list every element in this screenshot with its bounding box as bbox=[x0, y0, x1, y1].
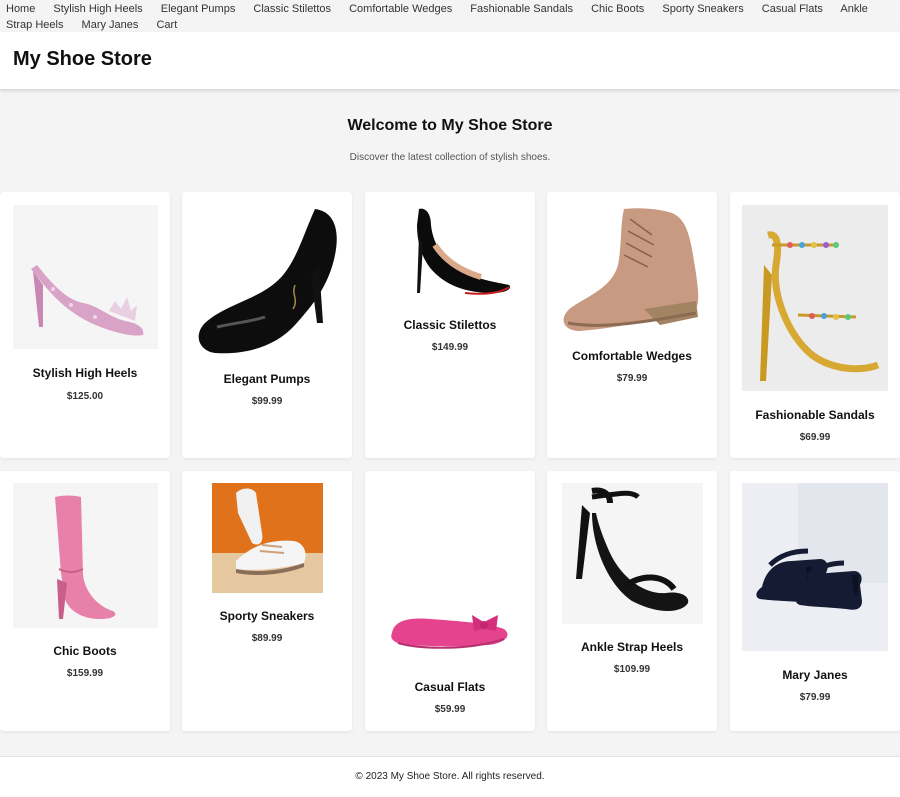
black-pump-icon bbox=[195, 205, 340, 357]
site-header: My Shoe Store bbox=[0, 32, 900, 89]
nav-link-mary-janes[interactable]: Mary Janes bbox=[82, 19, 139, 31]
product-name[interactable]: Chic Boots bbox=[0, 644, 170, 658]
site-footer: © 2023 My Shoe Store. All rights reserve… bbox=[0, 756, 900, 797]
site-title: My Shoe Store bbox=[13, 48, 152, 70]
product-name[interactable]: Mary Janes bbox=[730, 668, 900, 682]
nav-link-cart[interactable]: Cart bbox=[156, 19, 177, 31]
product-name[interactable]: Casual Flats bbox=[365, 680, 535, 694]
product-card-stylish-high-heels[interactable]: Stylish High Heels $125.00 bbox=[0, 192, 170, 458]
product-price: $125.00 bbox=[66, 391, 104, 402]
nav-link-casual-flats[interactable]: Casual Flats bbox=[762, 3, 823, 15]
product-card-elegant-pumps[interactable]: Elegant Pumps $99.99 bbox=[182, 192, 352, 458]
product-name[interactable]: Ankle Strap Heels bbox=[547, 640, 717, 654]
product-card-mary-janes[interactable]: Mary Janes $79.99 bbox=[730, 471, 900, 731]
glitter-heel-icon bbox=[13, 205, 158, 349]
sneaker-icon bbox=[212, 483, 323, 593]
pink-boot-icon bbox=[13, 483, 158, 628]
strap-heel-icon bbox=[562, 483, 703, 624]
product-price: $79.99 bbox=[799, 692, 831, 703]
product-name[interactable]: Classic Stilettos bbox=[365, 318, 535, 332]
product-price: $149.99 bbox=[431, 342, 469, 353]
product-price: $59.99 bbox=[434, 704, 466, 715]
product-card-sporty-sneakers[interactable]: Sporty Sneakers $89.99 bbox=[182, 471, 352, 731]
nav-link-stylish-high-heels[interactable]: Stylish High Heels bbox=[53, 3, 142, 15]
product-name[interactable]: Stylish High Heels bbox=[0, 366, 170, 380]
product-name[interactable]: Sporty Sneakers bbox=[182, 609, 352, 623]
welcome-title: Welcome to My Shoe Store bbox=[347, 117, 553, 134]
pink-flat-icon bbox=[378, 483, 523, 663]
nav-link-classic-stilettos[interactable]: Classic Stilettos bbox=[253, 3, 331, 15]
product-name[interactable]: Comfortable Wedges bbox=[547, 349, 717, 363]
product-name[interactable]: Elegant Pumps bbox=[182, 372, 352, 386]
nav-link-elegant-pumps[interactable]: Elegant Pumps bbox=[161, 3, 236, 15]
product-card-casual-flats[interactable]: Casual Flats $59.99 bbox=[365, 471, 535, 731]
product-card-classic-stilettos[interactable]: Classic Stilettos $149.99 bbox=[365, 192, 535, 458]
stiletto-icon bbox=[405, 205, 515, 301]
product-price: $79.99 bbox=[616, 373, 648, 384]
nav-link-chic-boots[interactable]: Chic Boots bbox=[591, 3, 644, 15]
product-card-chic-boots[interactable]: Chic Boots $159.99 bbox=[0, 471, 170, 731]
top-navigation: Home Stylish High Heels Elegant Pumps Cl… bbox=[0, 0, 900, 32]
product-price: $99.99 bbox=[251, 396, 283, 407]
product-price: $69.99 bbox=[799, 432, 831, 443]
copyright-text: © 2023 My Shoe Store. All rights reserve… bbox=[355, 771, 545, 782]
product-name[interactable]: Fashionable Sandals bbox=[730, 408, 900, 422]
gold-sandal-icon bbox=[742, 205, 888, 391]
nav-link-fashionable-sandals[interactable]: Fashionable Sandals bbox=[470, 3, 573, 15]
nav-link-sporty-sneakers[interactable]: Sporty Sneakers bbox=[662, 3, 743, 15]
product-price: $109.99 bbox=[613, 664, 651, 675]
mary-jane-icon bbox=[742, 483, 888, 651]
product-card-ankle-strap-heels[interactable]: Ankle Strap Heels $109.99 bbox=[547, 471, 717, 731]
wedge-boot-icon bbox=[560, 205, 705, 335]
welcome-subtitle: Discover the latest collection of stylis… bbox=[349, 152, 551, 163]
nav-link-comfortable-wedges[interactable]: Comfortable Wedges bbox=[349, 3, 452, 15]
product-card-fashionable-sandals[interactable]: Fashionable Sandals $69.99 bbox=[730, 192, 900, 458]
nav-link-home[interactable]: Home bbox=[6, 3, 35, 15]
product-price: $159.99 bbox=[66, 668, 104, 679]
product-price: $89.99 bbox=[251, 633, 283, 644]
product-card-comfortable-wedges[interactable]: Comfortable Wedges $79.99 bbox=[547, 192, 717, 458]
